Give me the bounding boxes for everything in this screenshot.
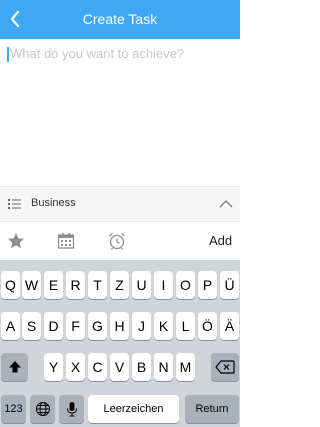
chevron-up-icon[interactable] [218,196,234,212]
key-b[interactable]: B [132,353,151,381]
shift-key[interactable] [1,353,28,381]
key-y[interactable]: Y [44,353,63,381]
page-title: Create Task [82,11,158,27]
alarm-clock-icon[interactable] [107,231,127,251]
key-j[interactable]: J [132,312,151,340]
key-t[interactable]: T [88,271,107,299]
star-icon[interactable] [6,231,26,251]
text-caret [7,47,9,62]
key-h[interactable]: H [110,312,129,340]
key-g[interactable]: G [88,312,107,340]
key-o[interactable]: O [176,271,195,299]
space-key[interactable]: Leerzeichen [88,395,179,423]
add-button[interactable]: Add [209,233,232,248]
dictation-key[interactable] [59,395,84,423]
key-s[interactable]: S [22,312,41,340]
key-p[interactable]: P [198,271,217,299]
nav-header: Create Task [0,0,240,39]
key-v[interactable]: V [110,353,129,381]
return-key[interactable]: Return [185,395,239,423]
key-m[interactable]: M [176,353,195,381]
key-ue[interactable]: Ü [220,271,239,299]
key-r[interactable]: R [66,271,85,299]
key-c[interactable]: C [88,353,107,381]
numbers-key[interactable]: 123 [1,395,26,423]
task-toolbar: Add [0,222,240,260]
key-l[interactable]: L [176,312,195,340]
key-oe[interactable]: Ö [198,312,217,340]
key-ae[interactable]: Ä [220,312,239,340]
microphone-icon [66,402,77,417]
key-e[interactable]: E [44,271,63,299]
key-f[interactable]: F [66,312,85,340]
onscreen-keyboard: Q W E R T Z U I O P Ü A S D F G H J K L … [0,260,240,427]
list-icon [7,197,23,211]
backspace-icon [215,360,235,374]
key-w[interactable]: W [22,271,41,299]
calendar-icon[interactable] [56,231,76,251]
key-k[interactable]: K [154,312,173,340]
key-a[interactable]: A [1,312,20,340]
key-q[interactable]: Q [1,271,20,299]
key-x[interactable]: X [66,353,85,381]
task-input-placeholder: What do you want to achieve? [10,46,185,61]
globe-key[interactable] [30,395,55,423]
globe-icon [35,402,50,416]
category-label: Business [31,197,76,209]
category-selector[interactable]: Business [0,186,240,222]
key-z[interactable]: Z [110,271,129,299]
task-input[interactable]: What do you want to achieve? [0,39,240,186]
backspace-key[interactable] [211,353,239,381]
key-n[interactable]: N [154,353,173,381]
key-u[interactable]: U [132,271,151,299]
shift-arrow-icon [8,361,21,373]
key-d[interactable]: D [44,312,63,340]
key-i[interactable]: I [154,271,173,299]
